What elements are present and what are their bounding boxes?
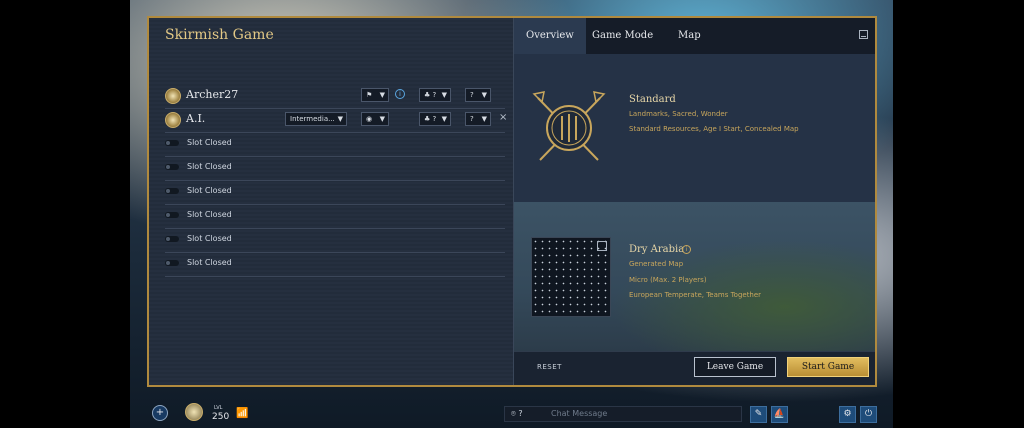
tab-game-mode[interactable]: Game Mode <box>580 18 665 54</box>
minimize-icon[interactable] <box>859 30 868 39</box>
difficulty-value: Intermedia... <box>290 115 335 123</box>
map-thumbnail[interactable] <box>531 237 611 317</box>
tab-overview[interactable]: Overview <box>514 18 586 54</box>
team-icon: ♣ <box>424 91 431 99</box>
color-dropdown[interactable]: ⚑ ▼ <box>361 88 389 102</box>
eye-icon: ◉ <box>366 115 373 123</box>
map-type: Generated Map <box>629 260 684 268</box>
chat-placeholder: Chat Message <box>551 409 608 418</box>
map-section: Dry Arabia i Generated Map Micro (Max. 2… <box>514 202 875 352</box>
player-row-ai: A.I. Intermedia... ▼ ◉ ▼ ♣ ? ▼ ? ▼ × <box>165 110 507 133</box>
player-name: A.I. <box>186 112 206 125</box>
tab-bar: Overview Game Mode Map <box>514 18 875 54</box>
map-biome: European Temperate, Teams Together <box>629 291 762 299</box>
shield-swords-icon <box>532 91 606 161</box>
game-mode-settings: Standard Resources, Age I Start, Conceal… <box>629 125 799 133</box>
chat-count: ? <box>518 409 523 418</box>
chevron-down-icon: ▼ <box>441 91 447 99</box>
page-title: Skirmish Game <box>165 27 274 43</box>
slot-row: Slot Closed <box>165 204 505 229</box>
slot-label: Slot Closed <box>187 258 232 267</box>
civ-dropdown[interactable]: ? ▼ <box>465 112 491 126</box>
chat-icon: ⌾ ? <box>511 409 523 418</box>
ship-icon[interactable]: ⛵ <box>771 406 788 423</box>
map-size: Micro (Max. 2 Players) <box>629 276 707 284</box>
slot-toggle[interactable] <box>165 236 179 242</box>
telescope-icon[interactable]: ✎ <box>750 406 767 423</box>
slot-row: Slot Closed <box>165 180 505 205</box>
chevron-down-icon: ▼ <box>481 91 487 99</box>
footer-bar: RESET Leave Game Start Game <box>514 351 875 385</box>
slot-row: Slot Closed <box>165 156 505 181</box>
player-name: Archer27 <box>186 88 239 101</box>
flag-icon: ⚑ <box>366 91 373 99</box>
skirmish-window: Skirmish Game Archer27 ⚑ ▼ i ♣ ? ▼ ? ▼ A.I.… <box>147 16 877 387</box>
slot-row: Slot Closed <box>165 228 505 253</box>
team-value: ? <box>432 91 437 99</box>
avatar <box>165 112 181 128</box>
chevron-down-icon: ▼ <box>379 115 385 123</box>
difficulty-dropdown[interactable]: Intermedia... ▼ <box>285 112 347 126</box>
lobby-panel: Skirmish Game Archer27 ⚑ ▼ i ♣ ? ▼ ? ▼ A.I.… <box>149 18 514 385</box>
chevron-down-icon: ▼ <box>337 115 343 123</box>
slot-row: Slot Closed <box>165 132 505 157</box>
slot-label: Slot Closed <box>187 186 232 195</box>
game-mode-title: Standard <box>629 94 676 105</box>
bottom-bar: + LVL 250 📶 ⌾ ? Chat Message ✎ ⛵ ⚙ ⏻ <box>130 400 893 428</box>
avatar[interactable] <box>185 403 203 421</box>
chat-input[interactable]: ⌾ ? Chat Message <box>504 406 742 422</box>
civ-value: ? <box>470 91 474 99</box>
slot-toggle[interactable] <box>165 260 179 266</box>
slot-label: Slot Closed <box>187 234 232 243</box>
team-icon: ♣ <box>424 115 431 123</box>
start-game-button[interactable]: Start Game <box>787 357 869 377</box>
game-mode-conditions: Landmarks, Sacred, Wonder <box>629 110 728 118</box>
slot-toggle[interactable] <box>165 188 179 194</box>
info-icon[interactable]: i <box>682 245 691 254</box>
slot-toggle[interactable] <box>165 164 179 170</box>
chevron-down-icon: ▼ <box>441 115 447 123</box>
expand-icon[interactable] <box>597 241 607 251</box>
wifi-icon: 📶 <box>236 408 249 419</box>
reset-button[interactable]: RESET <box>537 363 562 371</box>
settings-icon[interactable]: ⚙ <box>839 406 856 423</box>
tab-map[interactable]: Map <box>666 18 713 54</box>
level-label: LVL <box>214 405 223 411</box>
slot-label: Slot Closed <box>187 138 232 147</box>
remove-player-icon[interactable]: × <box>499 112 507 123</box>
add-friend-button[interactable]: + <box>152 405 168 421</box>
team-dropdown[interactable]: ♣ ? ▼ <box>419 112 451 126</box>
slot-label: Slot Closed <box>187 162 232 171</box>
slot-toggle[interactable] <box>165 212 179 218</box>
color-dropdown[interactable]: ◉ ▼ <box>361 112 389 126</box>
chevron-down-icon: ▼ <box>481 115 487 123</box>
player-row-human: Archer27 ⚑ ▼ i ♣ ? ▼ ? ▼ <box>165 86 505 109</box>
chevron-down-icon: ▼ <box>379 91 385 99</box>
civ-value: ? <box>470 115 474 123</box>
civ-dropdown[interactable]: ? ▼ <box>465 88 491 102</box>
slot-label: Slot Closed <box>187 210 232 219</box>
slot-toggle[interactable] <box>165 140 179 146</box>
team-value: ? <box>432 115 437 123</box>
map-title: Dry Arabia <box>629 244 685 255</box>
leave-game-button[interactable]: Leave Game <box>694 357 776 377</box>
team-dropdown[interactable]: ♣ ? ▼ <box>419 88 451 102</box>
settings-panel: Overview Game Mode Map Standard Landmark… <box>514 18 875 385</box>
level-value: 250 <box>212 412 230 422</box>
info-icon[interactable]: i <box>395 89 405 99</box>
avatar <box>165 88 181 104</box>
power-icon[interactable]: ⏻ <box>860 406 877 423</box>
slot-row: Slot Closed <box>165 252 505 277</box>
